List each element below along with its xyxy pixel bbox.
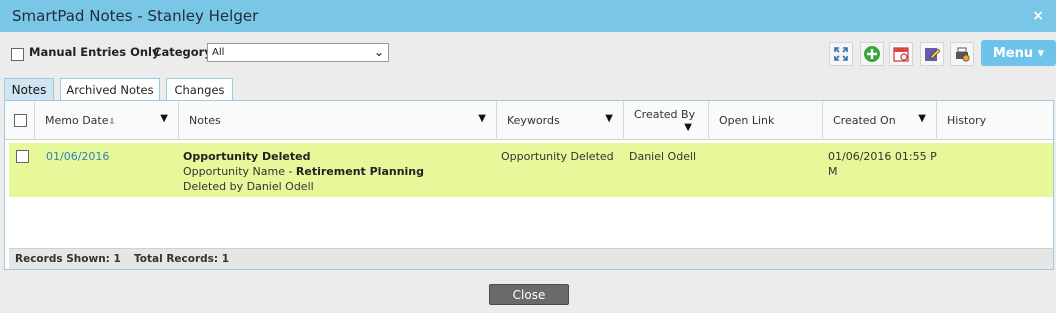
tab-archived-notes[interactable]: Archived Notes — [60, 78, 160, 100]
category-select[interactable]: All ⌄ — [207, 43, 389, 62]
print-settings-icon[interactable] — [950, 42, 974, 66]
row-created-by: Daniel Odell — [629, 150, 697, 163]
row-created-on-line1: 01/06/2016 01:55 P — [828, 150, 937, 163]
filter-icon[interactable]: ▼ — [478, 113, 486, 124]
tab-changes[interactable]: Changes — [166, 78, 233, 100]
close-icon[interactable]: × — [1032, 8, 1044, 24]
row-created-on: 01/06/2016 01:55 P M — [828, 149, 937, 179]
memo-date-link[interactable]: 01/06/2016 — [46, 149, 109, 164]
filter-icon[interactable]: ▼ — [160, 113, 168, 124]
window-title: SmartPad Notes - Stanley Helger — [12, 7, 259, 25]
column-memo-date[interactable]: Memo Date⇩ ▼ — [35, 101, 179, 140]
filter-toolbar: Manual Entries Only Category All ⌄ Menu … — [0, 32, 1056, 76]
select-all-checkbox[interactable] — [14, 114, 27, 127]
total-records: Total Records: 1 — [134, 253, 230, 265]
filter-icon[interactable]: ▼ — [684, 122, 692, 133]
row-keywords: Opportunity Deleted — [501, 150, 614, 163]
column-keywords[interactable]: Keywords ▼ — [497, 101, 624, 140]
column-created-by[interactable]: Created By ▼ — [624, 101, 709, 140]
column-keywords-label: Keywords — [507, 114, 560, 127]
note-content: Opportunity Deleted Opportunity Name - R… — [183, 149, 424, 194]
chevron-down-icon: ⌄ — [373, 45, 384, 59]
column-created-on-label: Created On — [833, 114, 896, 127]
grid-header: Memo Date⇩ ▼ Notes ▼ Keywords ▼ Created … — [5, 101, 1053, 140]
column-notes-label: Notes — [189, 114, 221, 127]
column-created-by-label: Created By — [634, 108, 696, 121]
filter-icon[interactable]: ▼ — [918, 113, 926, 124]
column-notes[interactable]: Notes ▼ — [179, 101, 497, 140]
note-edit-icon[interactable] — [920, 42, 944, 66]
column-history-label: History — [947, 114, 987, 127]
grid-footer: Records Shown: 1 Total Records: 1 — [9, 248, 1053, 269]
note-opportunity-prefix: Opportunity Name - — [183, 165, 296, 178]
calendar-icon[interactable] — [889, 42, 913, 66]
close-button[interactable]: Close — [489, 284, 569, 305]
column-open-link[interactable]: Open Link — [709, 101, 823, 140]
column-memo-date-label: Memo Date — [45, 114, 109, 127]
column-history[interactable]: History — [937, 101, 1053, 140]
menu-button[interactable]: Menu ▾ — [981, 40, 1056, 66]
column-open-link-label: Open Link — [719, 114, 775, 127]
manual-entries-checkbox[interactable] — [11, 48, 24, 61]
column-created-on[interactable]: Created On ▼ — [823, 101, 937, 140]
row-created-on-line2: M — [828, 165, 838, 178]
records-shown: Records Shown: 1 — [15, 253, 121, 265]
table-row[interactable]: 01/06/2016 Opportunity Deleted Opportuni… — [9, 143, 1053, 197]
category-select-value: All — [212, 47, 225, 58]
manual-entries-label: Manual Entries Only — [29, 45, 160, 59]
add-icon[interactable] — [860, 42, 884, 66]
expand-icon[interactable] — [829, 42, 853, 66]
filter-icon[interactable]: ▼ — [605, 113, 613, 124]
tab-notes[interactable]: Notes — [4, 78, 54, 100]
select-all-cell — [5, 101, 35, 140]
notes-grid: Memo Date⇩ ▼ Notes ▼ Keywords ▼ Created … — [4, 100, 1054, 270]
note-title: Opportunity Deleted — [183, 150, 311, 163]
note-opportunity-name: Retirement Planning — [295, 165, 425, 178]
sort-icon: ⇩ — [108, 117, 116, 126]
note-deleted-by: Deleted by Daniel Odell — [183, 180, 314, 193]
row-checkbox[interactable] — [16, 150, 29, 163]
category-label: Category — [153, 45, 212, 59]
title-bar: SmartPad Notes - Stanley Helger × — [0, 0, 1056, 32]
